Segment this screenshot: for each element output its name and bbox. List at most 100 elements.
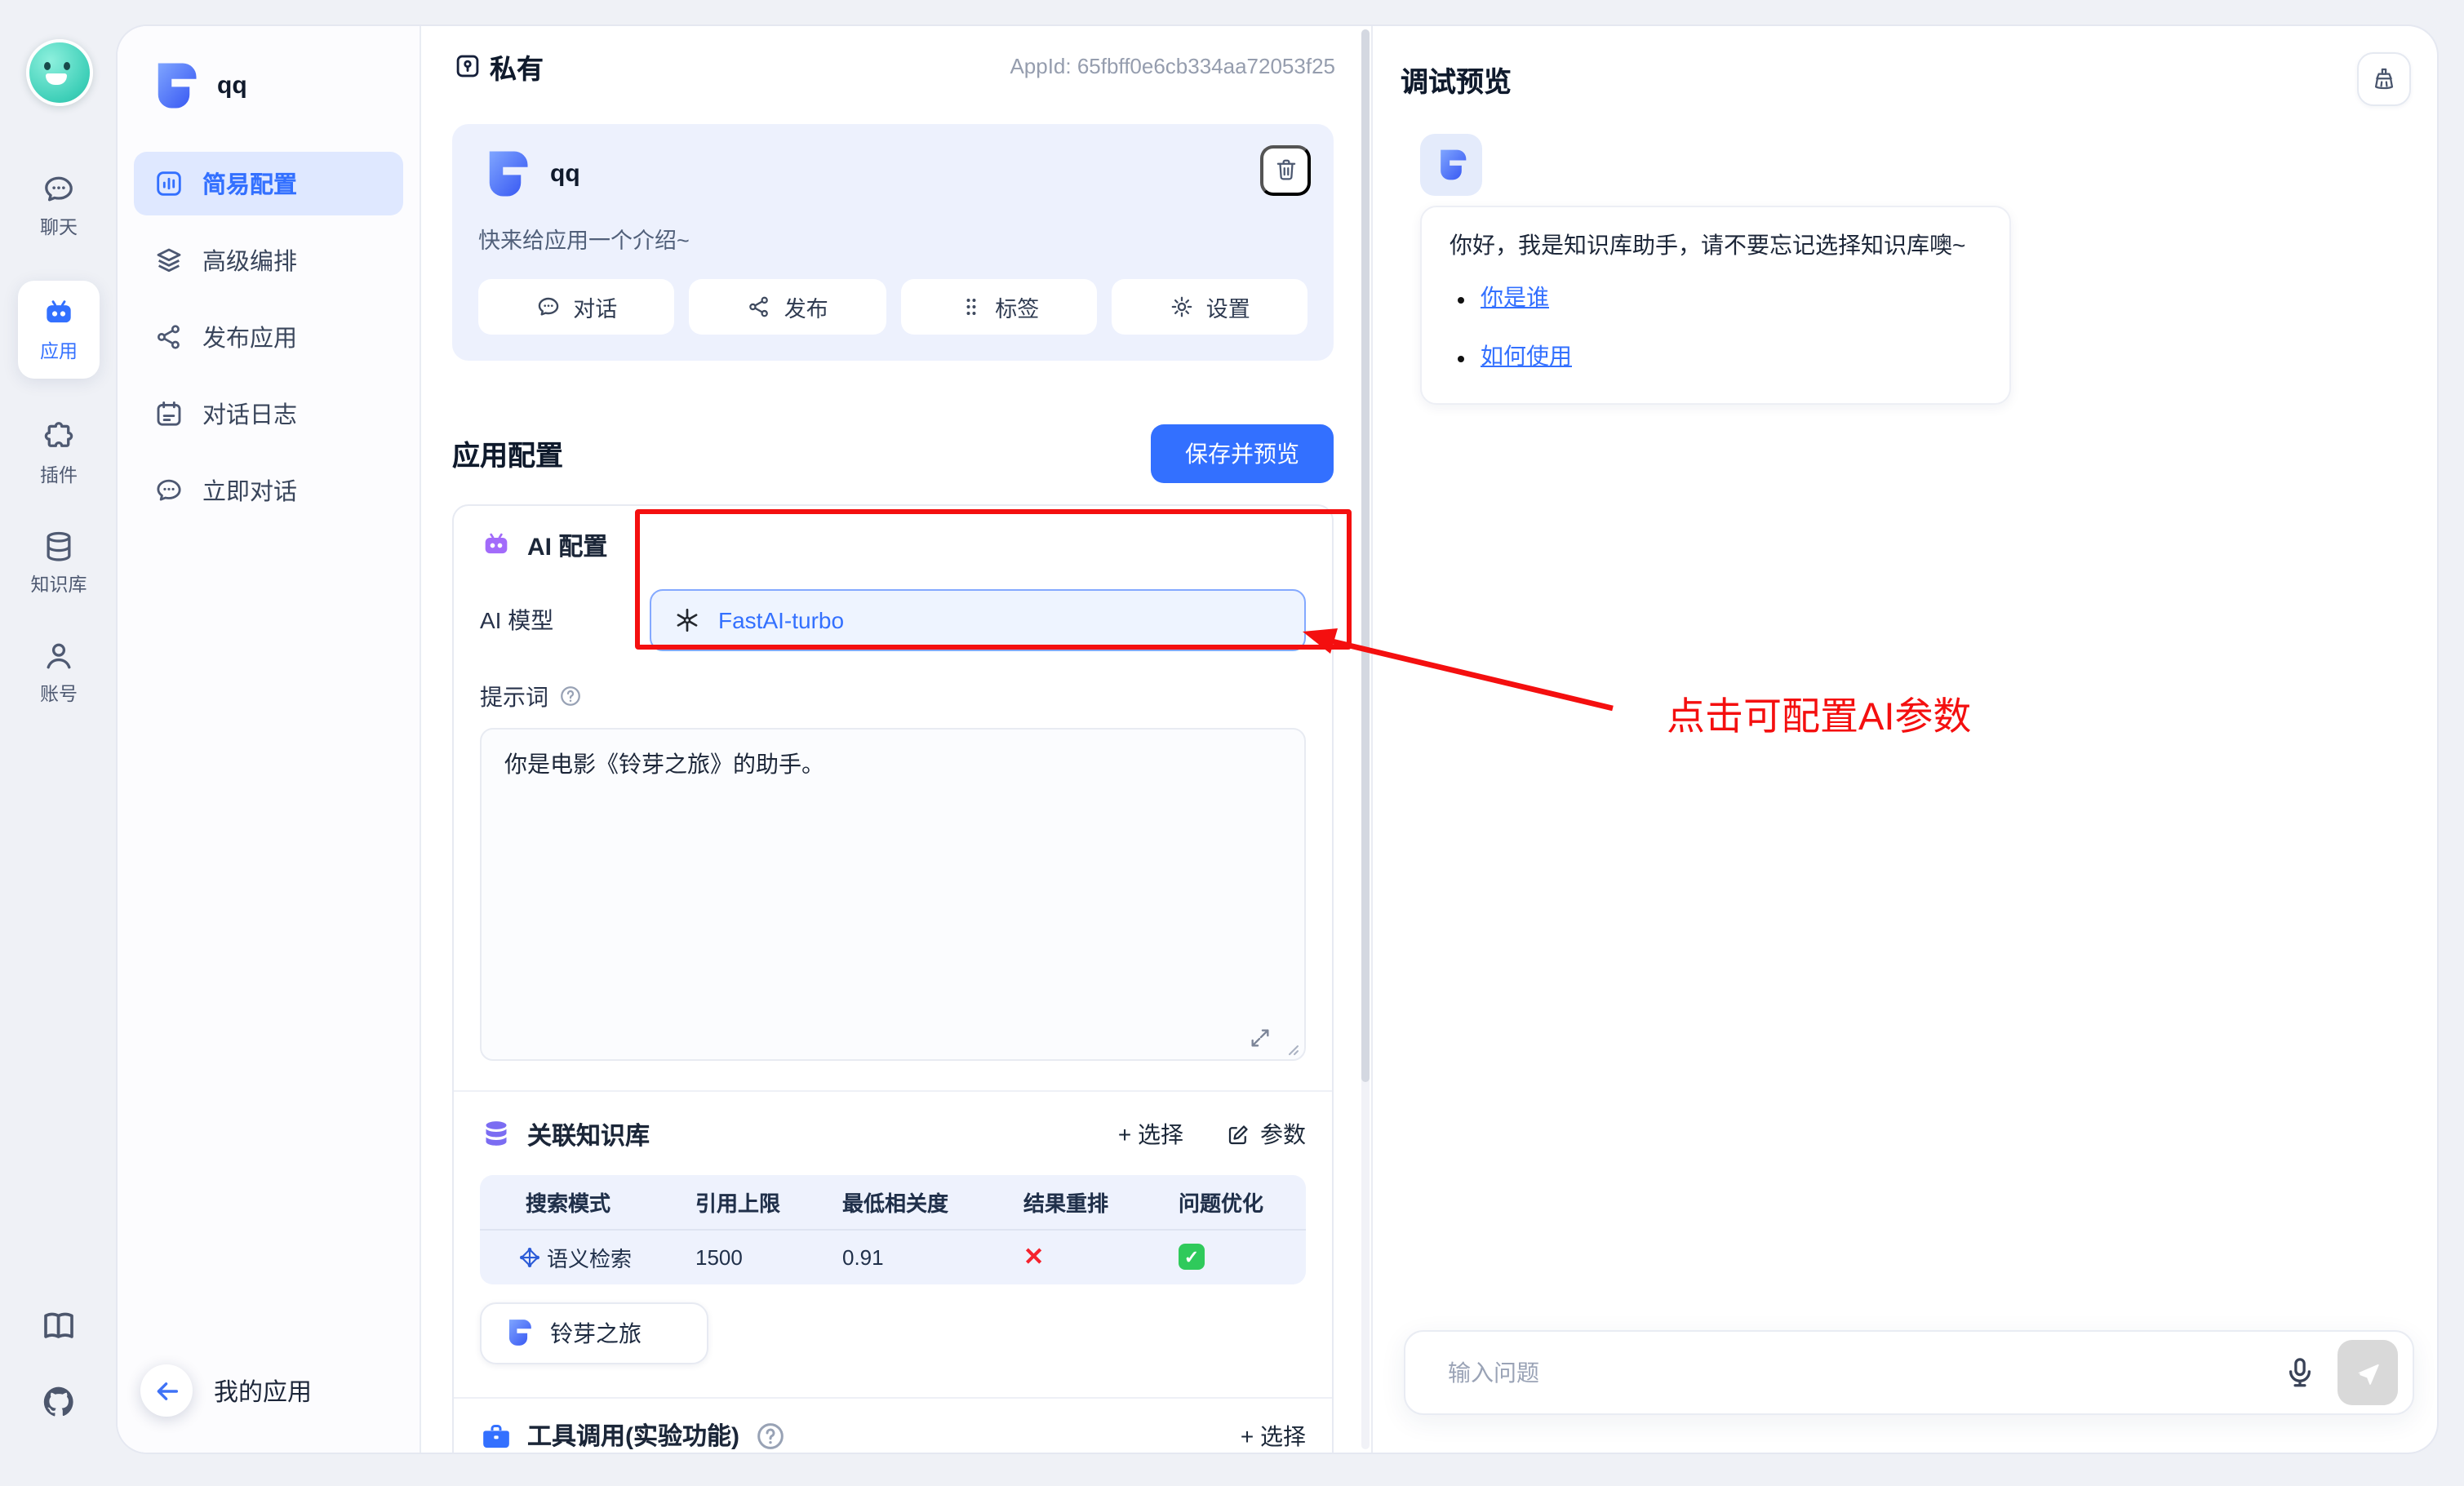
quick-question-link[interactable]: 如何使用 [1481,343,1572,369]
layers-icon [153,244,184,275]
robot-icon [41,295,77,331]
microphone-icon[interactable] [2282,1355,2318,1391]
sidenav-item-label: 发布应用 [202,319,297,353]
sidenav-item-label: 简易配置 [202,166,297,200]
delete-app-button[interactable] [1260,144,1311,195]
kb-col-query-optimize: 问题优化 [1179,1186,1306,1217]
ai-model-row: AI 模型 FastAI-turbo [480,588,1306,650]
kb-section-header: 关联知识库 + 选择 参数 [480,1117,1306,1151]
rail-item-account[interactable]: 账号 [40,638,78,707]
quick-question-item: 你是谁 [1481,281,1982,316]
kb-actions: + 选择 参数 [1118,1118,1306,1151]
kb-col-quote-limit: 引用上限 [695,1186,842,1217]
rail-item-apps[interactable]: 应用 [18,281,100,379]
kb-quote-limit-value: 1500 [695,1244,842,1269]
sidenav-item-label: 对话日志 [202,396,297,430]
rail-item-label: 插件 [40,462,78,488]
expand-icon[interactable] [1249,1026,1272,1049]
sidenav-item-advanced-flow[interactable]: 高级编排 [134,228,403,291]
assistant-greeting: 你好，我是知识库助手，请不要忘记选择知识库噢~ [1450,228,1982,263]
config-panel: 私有 AppId: 65fbff0e6cb334aa72053f25 qq 快来… [421,25,1373,1453]
app-logo-icon [1433,146,1469,182]
kb-search-mode-value: 语义检索 [547,1241,632,1272]
kb-title-wrap: 关联知识库 [480,1117,650,1151]
sidenav-item-publish-app[interactable]: 发布应用 [134,304,403,368]
kb-title: 关联知识库 [527,1117,650,1151]
save-preview-button[interactable]: 保存并预览 [1151,424,1334,482]
app-rail: 聊天 应用 插件 知识库 账号 [0,0,118,1486]
sidenav-item-label: 立即对话 [202,472,297,507]
rail-item-chat[interactable]: 聊天 [40,171,78,240]
prompt-textarea[interactable]: 你是电影《铃芽之旅》的助手。 [480,727,1306,1060]
main-shell: qq 简易配置 高级编排 发布应用 对话日志 立即对话 [118,25,2437,1453]
sidenav-item-simple-config[interactable]: 简易配置 [134,151,403,215]
kb-params-button[interactable]: 参数 [1226,1118,1306,1151]
chat-icon [41,171,77,207]
kb-col-rerank: 结果重排 [1023,1186,1179,1217]
user-icon [41,638,77,674]
rail-item-plugins[interactable]: 插件 [40,419,78,488]
back-to-my-apps[interactable]: 我的应用 [134,1358,403,1426]
edit-icon [1226,1122,1250,1147]
rail-item-label: 聊天 [40,214,78,240]
kb-select-button[interactable]: + 选择 [1118,1118,1183,1151]
kb-col-min-relevance: 最低相关度 [842,1186,1023,1217]
quick-question-link[interactable]: 你是谁 [1481,284,1549,310]
ai-model-select[interactable]: FastAI-turbo [650,588,1306,650]
scrollbar-thumb[interactable] [1361,29,1370,1081]
docs-link[interactable] [39,1306,78,1346]
rail-item-datasets[interactable]: 知识库 [31,529,87,597]
clear-chat-button[interactable] [2357,52,2411,106]
semantic-search-icon [517,1244,542,1269]
config-panel-body: qq 快来给应用一个介绍~ 对话 发布 [421,107,1371,1453]
publish-button[interactable]: 发布 [690,278,886,334]
github-link[interactable] [39,1382,78,1421]
dataset-tag-label: 铃芽之旅 [550,1316,642,1349]
user-avatar[interactable] [25,39,92,106]
toolbox-icon [480,1419,513,1452]
send-plane-icon [2354,1359,2382,1386]
database-icon [480,1118,513,1151]
sidenav-item-label: 高级编排 [202,242,297,277]
quick-question-item: 如何使用 [1481,339,1982,375]
settings-button[interactable]: 设置 [1112,278,1308,334]
dots-grid-icon [957,293,983,319]
gear-icon [1169,293,1195,319]
app-logo-row: qq [134,48,403,151]
sidenav-item-chat-logs[interactable]: 对话日志 [134,381,403,445]
page-title: 应用配置 [452,432,563,473]
settings-button-label: 设置 [1206,290,1250,322]
tools-section-row: 工具调用(实验功能) + 选择 [480,1398,1306,1453]
prompt-box: 你是电影《铃芽之旅》的助手。 [480,727,1306,1060]
rerank-disabled-icon [1023,1242,1179,1271]
prompt-label-row: 提示词 [480,680,1306,712]
robot-icon [480,529,513,561]
ai-model-value: FastAI-turbo [718,606,844,632]
chat-input[interactable] [1445,1358,2269,1387]
app-quick-actions: 对话 发布 标签 设置 [478,278,1307,334]
back-label: 我的应用 [214,1373,312,1408]
calendar-icon [153,397,184,428]
question-icon[interactable] [754,1419,787,1452]
back-button[interactable] [140,1364,193,1417]
assistant-message-bubble: 你好，我是知识库助手，请不要忘记选择知识库噢~ 你是谁 如何使用 [1420,205,2011,404]
kb-table-row: 语义检索 1500 0.91 [480,1230,1306,1284]
kb-table-header-row: 搜索模式 引用上限 最低相关度 结果重排 问题优化 [480,1174,1306,1230]
question-icon[interactable] [558,684,583,708]
send-button[interactable] [2337,1340,2398,1405]
rail-item-label: 应用 [40,338,78,364]
kb-col-search-mode: 搜索模式 [526,1186,695,1217]
openai-icon [673,605,702,634]
app-info-header: qq [478,146,1307,200]
sidenav-item-start-chat[interactable]: 立即对话 [134,458,403,521]
tools-title: 工具调用(实验功能) [527,1418,739,1453]
resize-handle-icon[interactable] [1281,1037,1301,1057]
dataset-tag[interactable]: 铃芽之旅 [480,1302,708,1364]
app-info-card: qq 快来给应用一个介绍~ 对话 发布 [452,123,1334,360]
preview-title: 调试预览 [1401,59,1512,100]
tools-select-button[interactable]: + 选择 [1241,1419,1306,1452]
chat-button[interactable]: 对话 [478,278,675,334]
chat-bubble-icon [535,293,562,319]
broom-icon [2370,65,2398,93]
tags-button[interactable]: 标签 [900,278,1097,334]
